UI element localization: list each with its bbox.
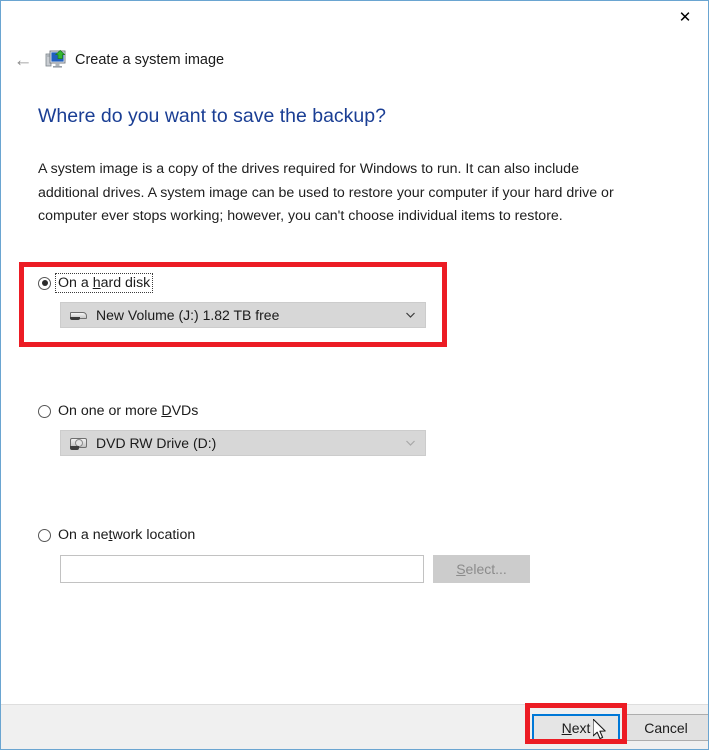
next-button[interactable]: Next	[532, 714, 620, 741]
option-group-network-location: On a network location Select...	[38, 525, 530, 583]
chevron-down-icon[interactable]	[405, 310, 416, 321]
radio-label-dvd-pre: On one or more	[58, 403, 162, 419]
hard-drive-icon	[69, 307, 89, 323]
cancel-button[interactable]: Cancel	[622, 714, 708, 741]
option-group-hard-disk: On a hard disk New Volume (J:) 1.82 TB f…	[38, 273, 426, 328]
combo-dvd-value: DVD RW Drive (D:)	[96, 435, 217, 451]
title-bar: ✕	[1, 1, 708, 37]
wizard-nav-row: ← Create a system image	[1, 45, 708, 75]
select-button[interactable]: Select...	[433, 555, 530, 583]
dvd-drive-icon	[69, 435, 89, 451]
create-system-image-dialog: ✕ ← Create a system image Where do you w…	[0, 0, 709, 750]
radio-label-hard-disk-accel: h	[92, 275, 101, 291]
radio-button-hard-disk-indicator[interactable]	[38, 276, 51, 290]
next-button-post: ext	[571, 719, 591, 736]
radio-on-a-hard-disk[interactable]: On a hard disk	[38, 273, 426, 293]
radio-label-network-pre: On a ne	[58, 527, 109, 543]
back-arrow-icon[interactable]: ←	[7, 47, 39, 73]
next-button-accel: N	[561, 719, 572, 736]
radio-on-a-network-location[interactable]: On a network location	[38, 525, 530, 545]
page-description: A system image is a copy of the drives r…	[38, 161, 614, 224]
option-group-dvd: On one or more DVDs DVD RW Drive (D:)	[38, 401, 426, 456]
radio-button-dvd-indicator[interactable]	[38, 404, 51, 418]
network-location-row: Select...	[60, 555, 530, 583]
radio-label-hard-disk-post: ard disk	[100, 275, 151, 291]
combo-hard-disk-value: New Volume (J:) 1.82 TB free	[96, 307, 280, 323]
select-button-post: elect...	[465, 561, 507, 577]
radio-label-hard-disk-pre: On a	[58, 275, 93, 291]
radio-label-hard-disk: On a hard disk	[54, 273, 154, 293]
page-title: Where do you want to save the backup?	[38, 105, 386, 127]
combo-dvd-drive[interactable]: DVD RW Drive (D:)	[60, 430, 426, 456]
select-button-accel: S	[456, 561, 466, 577]
radio-label-dvd-accel: D	[161, 403, 172, 419]
dialog-footer: Next Cancel	[1, 704, 708, 749]
chevron-down-icon[interactable]	[405, 438, 416, 449]
radio-button-network-indicator[interactable]	[38, 528, 51, 542]
radio-label-dvd-post: VDs	[171, 403, 199, 419]
wizard-title: Create a system image	[75, 52, 225, 68]
network-location-input[interactable]	[60, 555, 424, 583]
radio-on-one-or-more-dvds[interactable]: On one or more DVDs	[38, 401, 426, 421]
close-icon[interactable]: ✕	[662, 1, 708, 32]
system-image-backup-icon	[45, 49, 67, 71]
radio-label-dvd: On one or more DVDs	[56, 402, 200, 420]
radio-label-network: On a network location	[56, 526, 197, 544]
radio-label-network-post: work location	[112, 527, 196, 543]
combo-hard-disk-drive[interactable]: New Volume (J:) 1.82 TB free	[60, 302, 426, 328]
